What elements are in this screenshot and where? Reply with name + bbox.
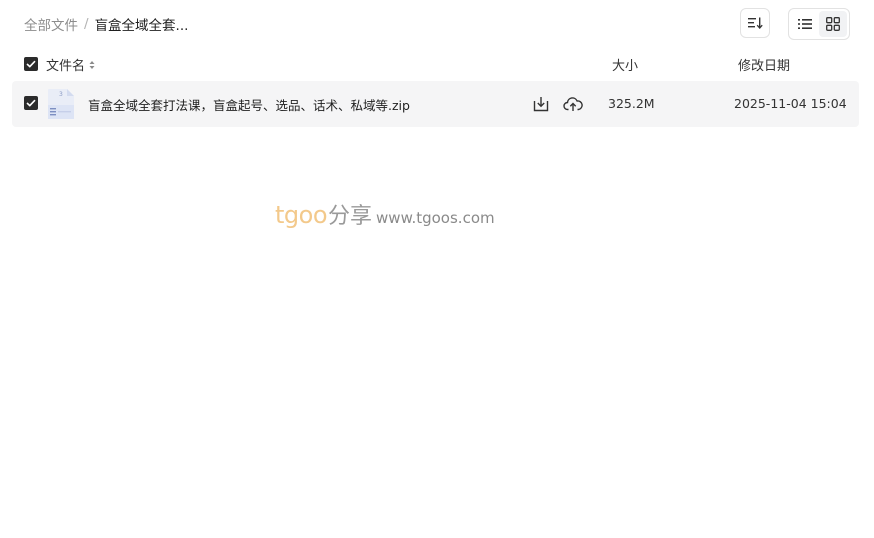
list-view-button[interactable] [791, 11, 819, 37]
file-size: 325.2M [608, 96, 655, 111]
watermark-share: 分享 [328, 204, 373, 229]
name-column-label: 文件名 [46, 59, 86, 74]
view-toggle [788, 8, 850, 40]
file-browser: 全部文件 / 盲盒全域全套... 文件名 大小 修改日期 3 盲盒全域全套打法课… [0, 0, 874, 538]
list-view-icon [798, 19, 812, 29]
file-modified-date: 2025-11-04 15:04 [734, 96, 847, 111]
grid-view-button[interactable] [819, 11, 847, 37]
watermark-brand: tgoo [275, 201, 328, 229]
breadcrumb: 全部文件 / 盲盒全域全套... [24, 14, 188, 34]
sort-button[interactable] [740, 8, 770, 38]
sort-list-icon [748, 17, 763, 29]
table-header: 文件名 大小 修改日期 [0, 54, 874, 74]
select-all-checkbox[interactable] [24, 57, 38, 71]
date-column-header[interactable]: 修改日期 [738, 55, 790, 74]
breadcrumb-separator: / [84, 16, 89, 32]
watermark-url: www.tgoos.com [376, 209, 495, 227]
size-column-header[interactable]: 大小 [612, 55, 638, 74]
grid-view-icon [826, 17, 840, 31]
file-name-link[interactable]: 盲盒全域全套打法课，盲盒起号、选品、话术、私域等.zip [88, 95, 410, 114]
zip-file-icon: 3 [48, 89, 74, 119]
watermark: tgoo 分享 www.tgoos.com [275, 198, 495, 230]
cloud-save-icon[interactable] [563, 95, 583, 113]
check-icon [26, 99, 36, 107]
sort-arrows-icon [89, 59, 95, 71]
check-icon [26, 60, 36, 68]
breadcrumb-root-link[interactable]: 全部文件 [24, 14, 78, 34]
svg-text:3: 3 [59, 91, 63, 98]
breadcrumb-current: 盲盒全域全套... [94, 18, 189, 34]
row-checkbox[interactable] [24, 96, 38, 110]
name-column-header[interactable]: 文件名 [46, 55, 95, 74]
table-row[interactable]: 3 盲盒全域全套打法课，盲盒起号、选品、话术、私域等.zip 325.2M 20… [12, 81, 859, 127]
download-icon[interactable] [532, 95, 550, 113]
